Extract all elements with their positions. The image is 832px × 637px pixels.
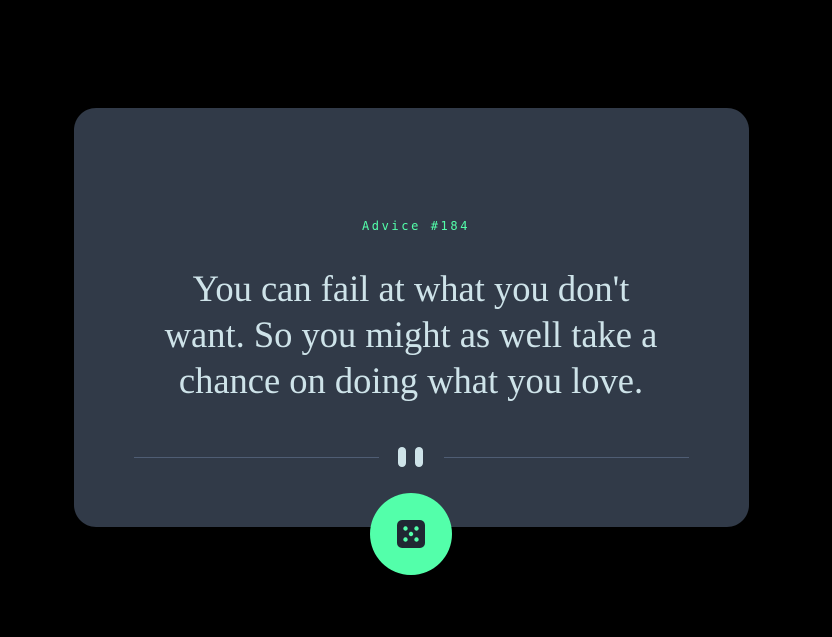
divider-line-left [134,457,379,458]
advice-number-label: Advice #184 [361,219,471,233]
new-advice-button[interactable] [370,493,452,575]
pause-bar-right [415,447,423,467]
advice-quote-text: You can fail at what you don't want. So … [164,268,658,401]
dice-icon [397,520,425,548]
divider-line-right [444,457,689,458]
pause-bar-left [398,447,406,467]
pause-icon [398,447,426,467]
